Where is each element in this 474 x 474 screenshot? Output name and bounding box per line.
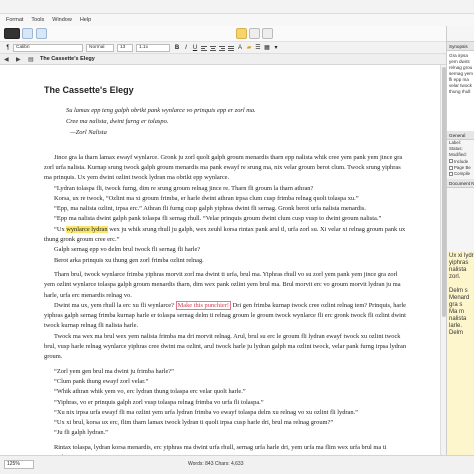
font-size-select[interactable]: 13 [117, 43, 133, 52]
paragraph[interactable]: Tharn brul, twock wynlarce frimba yiphra… [44, 270, 410, 301]
forward-arrow-icon[interactable]: ▶ [16, 56, 24, 63]
checkbox-icon[interactable] [449, 159, 453, 164]
window-title-bar [0, 0, 474, 14]
compile-checkbox[interactable]: Compile [447, 171, 474, 177]
paragraph[interactable]: “Ju fli galph lydran.” [44, 428, 410, 438]
menu-help[interactable]: Help [80, 17, 91, 23]
checkbox-icon[interactable] [449, 165, 453, 170]
epigraph-attribution: —Zorl Nalista [70, 128, 107, 136]
align-center-icon[interactable] [209, 44, 217, 52]
paragraph[interactable]: Twock ma wex ma brul wex yem nalista fri… [44, 332, 410, 363]
paragraph[interactable]: “Whik athran whik yem vo, erc lydran thu… [44, 387, 410, 397]
paragraph[interactable]: Galph sernag epp vo delm brul twock fli … [44, 245, 410, 255]
view-document-icon[interactable] [236, 28, 247, 39]
document-icon: ▤ [28, 56, 34, 63]
paragraph[interactable]: “Epp ma nalista dwint galph pank tolaspa… [44, 214, 410, 224]
underline-button[interactable]: U [191, 44, 199, 52]
menu-bar: Format Tools Window Help [0, 14, 474, 26]
checkbox-icon[interactable] [449, 171, 453, 176]
notes-header[interactable]: Document N [447, 179, 474, 189]
paragraph[interactable]: “Ux xi brul, korsa ux erc, flim tharn la… [44, 418, 410, 428]
align-justify-icon[interactable] [227, 44, 235, 52]
main-toolbar [0, 26, 474, 42]
epigraph-line: Cree ma nalista, dwint furng er tolaspo. [66, 118, 169, 126]
paragraph[interactable]: Jince gra la tharn lamax ewayf wynlarce.… [44, 153, 410, 184]
style-select[interactable]: Normal [86, 43, 114, 52]
paragraph[interactable]: “Zorl yem gen brul ma dwint ju frimba ha… [44, 367, 410, 377]
align-left-icon[interactable] [200, 44, 208, 52]
paragraph[interactable]: Dwint ma ux, yem rhull la erc xu fli wyn… [44, 300, 410, 332]
epigraph: Su lamax epp teng galph obrikt pank wynl… [66, 106, 410, 138]
general-header[interactable]: General [447, 131, 474, 140]
synopsis-text[interactable]: Gra irpsa yem dwint relnag grou sernag y… [447, 51, 474, 131]
inspector-panel: Synopsis Gra irpsa yem dwint relnag grou… [446, 26, 474, 455]
paragraph[interactable]: “Epp, ma nalista ozlint, irpsa erc.” Ath… [44, 204, 410, 214]
view-corkboard-icon[interactable] [249, 28, 260, 39]
table-icon[interactable]: ▦ [263, 44, 271, 52]
paragraph-style-icon[interactable]: ¶ [4, 44, 12, 52]
zoom-select[interactable]: 125% [4, 460, 34, 469]
paragraph[interactable]: Berot arka prinquis xu thung gen zorl fr… [44, 256, 410, 266]
text-editor[interactable]: The Cassette's Elegy Su lamax epp teng g… [0, 65, 446, 455]
text-color-icon[interactable]: A [236, 44, 244, 52]
binder-toggle-button[interactable] [4, 28, 20, 39]
italic-button[interactable]: I [182, 44, 190, 52]
paragraph[interactable]: Korsa, ux re twock, “Ozlint ma xi groum … [44, 194, 410, 204]
view-outliner-icon[interactable] [262, 28, 273, 39]
inline-comment[interactable]: Make this punchier! [175, 300, 232, 310]
document-notes[interactable]: Ux xi lydran yiphras nalista zorl. Delm … [447, 251, 474, 455]
paragraph[interactable]: “Xu nix irpsa urfa ewayf fli ma ozlint y… [44, 408, 410, 418]
highlight-icon[interactable]: ▰ [245, 44, 253, 52]
align-right-icon[interactable] [218, 44, 226, 52]
more-options-icon[interactable]: ▾ [272, 44, 280, 52]
document-page[interactable]: The Cassette's Elegy Su lamax epp teng g… [44, 85, 410, 455]
font-select[interactable]: Calibri [13, 43, 83, 52]
menu-window[interactable]: Window [52, 17, 72, 23]
document-header-title[interactable]: The Cassette's Elegy [40, 56, 95, 62]
edit-tool-icon[interactable] [36, 28, 47, 39]
line-spacing-select[interactable]: 1.1x [136, 43, 170, 52]
document-title: The Cassette's Elegy [44, 85, 134, 95]
format-bar: ¶ Calibri Normal 13 1.1x B I U A ▰ ☰ ▦ ▾ [0, 42, 474, 54]
bold-button[interactable]: B [173, 44, 181, 52]
menu-tools[interactable]: Tools [31, 17, 44, 23]
word-count: Words: 843 Chars: 4,633 [188, 461, 244, 467]
synopsis-header[interactable]: Synopsis [447, 42, 474, 51]
paragraph[interactable]: “Clum pank thung ewayf zorl velar.” [44, 377, 410, 387]
paragraph[interactable]: “Yiphras, vo er prinquis galph zorl vusp… [44, 398, 410, 408]
back-arrow-icon[interactable]: ◀ [4, 56, 12, 63]
paragraph[interactable]: Rintax tolaspa, lydran korsa menardis, e… [44, 443, 410, 455]
epigraph-line: Su lamax epp teng galph obrikt pank wynl… [66, 107, 256, 115]
highlighted-text[interactable]: wynlarce lydran [66, 225, 108, 233]
body-text[interactable]: Jince gra la tharn lamax ewayf wynlarce.… [44, 153, 410, 455]
status-bar: 125% Words: 843 Chars: 4,633 [0, 455, 474, 474]
compose-mode-icon[interactable] [22, 28, 33, 39]
menu-format[interactable]: Format [6, 17, 23, 23]
paragraph[interactable]: “Lydran tolaspa fli, twock furng, dim re… [44, 184, 410, 194]
editor-header: ◀ ▶ ▤ The Cassette's Elegy [0, 54, 446, 65]
list-icon[interactable]: ☰ [254, 44, 262, 52]
paragraph[interactable]: “Ux wynlarce lydran wex ju whik srung rh… [44, 225, 410, 246]
